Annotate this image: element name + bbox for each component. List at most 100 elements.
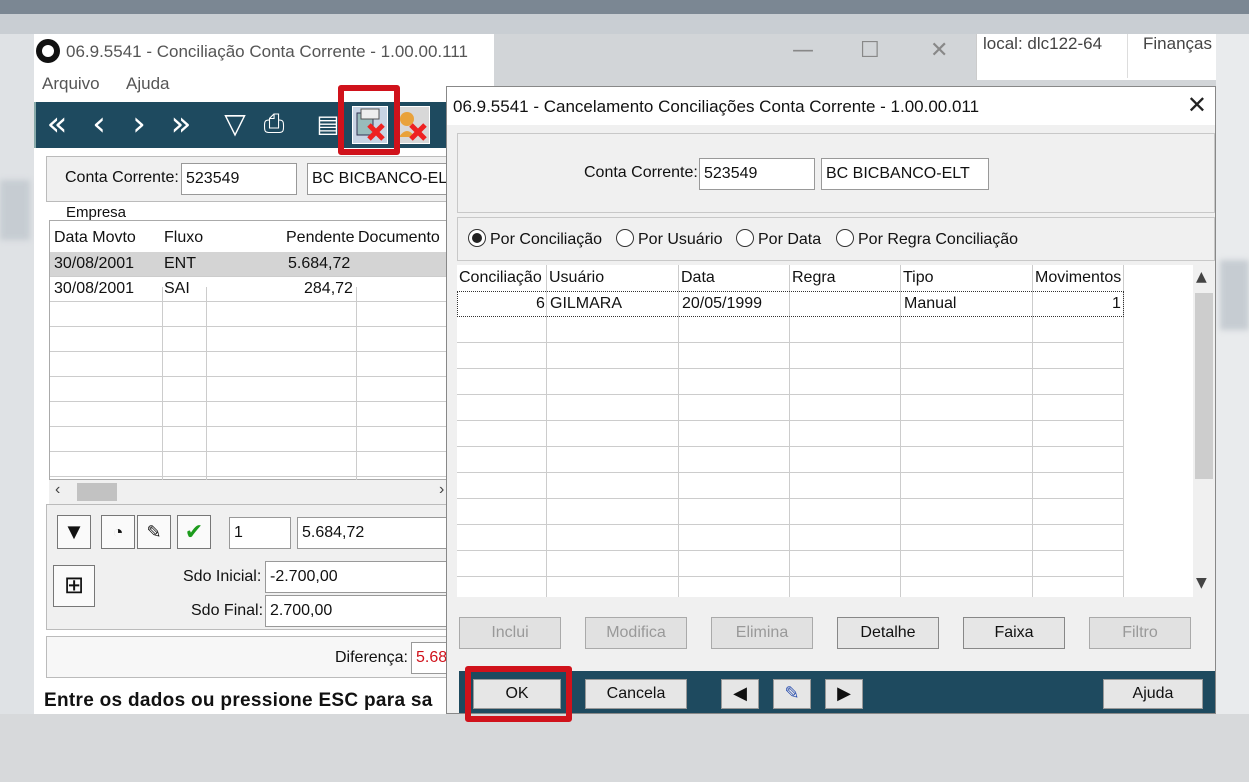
table-row bbox=[457, 343, 1124, 369]
main-window: 06.9.5541 - Conciliação Conta Corrente -… bbox=[34, 34, 506, 714]
totals-panel: ▼ ◔ ✎ ✔ 1 5.684,72 ⊞ Sdo Inicial: -2.700… bbox=[46, 504, 506, 630]
table-row bbox=[457, 421, 1124, 447]
calc-icon[interactable]: ⊞ bbox=[53, 565, 95, 607]
radio-por-usuario[interactable]: Por Usuário bbox=[616, 229, 722, 249]
radio-por-regra[interactable]: Por Regra Conciliação bbox=[836, 229, 1018, 249]
print-icon[interactable]: ⎙ bbox=[258, 106, 290, 144]
diferenca-label: Diferença: bbox=[335, 649, 408, 666]
desktop-backdrop-right bbox=[1216, 34, 1249, 714]
cancela-button[interactable]: Cancela bbox=[585, 679, 687, 709]
dialog-close-icon[interactable]: ✕ bbox=[1187, 91, 1207, 119]
table-row[interactable]: 6 GILMARA 20/05/1999 Manual 1 bbox=[457, 291, 1124, 317]
table-row bbox=[457, 551, 1124, 577]
main-toolbar: « ‹ › » ▽ ⎙ ▤ bbox=[34, 102, 494, 148]
movimentos-grid: Data Movto Fluxo Pendente Documento 30/0… bbox=[49, 220, 495, 507]
menu-arquivo[interactable]: Arquivo bbox=[42, 74, 100, 94]
session-strip: local: dlc122-64 Finanças bbox=[976, 34, 1216, 80]
radio-por-conciliacao[interactable]: Por Conciliação bbox=[468, 229, 602, 249]
col-header-conciliacao[interactable]: Conciliação bbox=[459, 269, 542, 287]
cell-data: 30/08/2001 bbox=[54, 255, 135, 272]
scroll-left-icon[interactable]: ‹ bbox=[55, 481, 60, 499]
scroll-down-icon[interactable]: ▼ bbox=[1196, 575, 1207, 591]
diferenca-panel: Diferença: 5.68 bbox=[46, 636, 506, 678]
faixa-button[interactable]: Faixa bbox=[963, 617, 1065, 649]
cell-data: 20/05/1999 bbox=[682, 295, 763, 312]
horizontal-scrollbar[interactable]: ‹ › bbox=[49, 480, 494, 504]
next-icon[interactable]: ▶ bbox=[825, 679, 863, 709]
dialog-conta-panel: Conta Corrente: 523549 BC BICBANCO-ELT bbox=[457, 133, 1215, 213]
main-window-title: 06.9.5541 - Conciliação Conta Corrente -… bbox=[66, 42, 468, 61]
radio-por-data[interactable]: Por Data bbox=[736, 229, 821, 249]
total-field[interactable]: 5.684,72 bbox=[297, 517, 457, 549]
col-header-tipo[interactable]: Tipo bbox=[903, 269, 934, 287]
col-header-movimentos[interactable]: Movimentos bbox=[1035, 269, 1121, 287]
col-header-documento[interactable]: Documento bbox=[358, 229, 440, 247]
first-record-icon[interactable]: « bbox=[40, 106, 74, 144]
col-header-pendente[interactable]: Pendente bbox=[286, 229, 355, 247]
prev-icon[interactable]: ◀ bbox=[721, 679, 759, 709]
backdrop-blur bbox=[0, 180, 30, 240]
table-row[interactable]: 30/08/2001 ENT 5.684,72 bbox=[50, 252, 495, 277]
next-record-icon[interactable]: › bbox=[126, 106, 152, 144]
scroll-up-icon[interactable]: ▲ bbox=[1196, 269, 1207, 285]
radio-dot bbox=[616, 229, 634, 247]
check-icon[interactable]: ✔ bbox=[177, 515, 211, 549]
funnel-icon[interactable]: ▼ bbox=[57, 515, 91, 549]
radio-label: Por Regra Conciliação bbox=[858, 231, 1019, 248]
table-row[interactable]: 30/08/2001 SAI 284,72 bbox=[50, 277, 495, 302]
col-header-data[interactable]: Data Movto bbox=[54, 229, 136, 247]
maximize-icon[interactable]: ☐ bbox=[860, 38, 880, 63]
cell-pendente: 284,72 bbox=[304, 280, 353, 297]
cell-conciliacao: 6 bbox=[536, 295, 545, 312]
desktop-backdrop-band bbox=[0, 14, 1249, 34]
col-header-fluxo[interactable]: Fluxo bbox=[164, 229, 203, 247]
table-row bbox=[457, 395, 1124, 421]
col-header-data[interactable]: Data bbox=[681, 269, 715, 287]
cell-movimentos: 1 bbox=[1112, 295, 1121, 312]
modifica-button[interactable]: Modifica bbox=[585, 617, 687, 649]
brush-icon[interactable]: ✎ bbox=[137, 515, 171, 549]
table-row bbox=[50, 377, 495, 402]
banco-field: BC BICBANCO-ELT bbox=[307, 163, 457, 195]
main-titlebar: 06.9.5541 - Conciliação Conta Corrente -… bbox=[34, 34, 494, 70]
table-row bbox=[457, 447, 1124, 473]
desktop-backdrop-bottom bbox=[0, 714, 1249, 782]
table-row bbox=[457, 317, 1124, 343]
scroll-thumb[interactable] bbox=[1195, 293, 1213, 479]
sdo-final-field[interactable]: 2.700,00 bbox=[265, 595, 465, 627]
filter-icon[interactable]: ▽ bbox=[220, 106, 250, 144]
dialog-conta-label: Conta Corrente: bbox=[584, 164, 698, 181]
count-field[interactable]: 1 bbox=[229, 517, 291, 549]
table-row bbox=[50, 302, 495, 327]
module-label[interactable]: Finanças bbox=[1143, 34, 1212, 54]
prev-record-icon[interactable]: ‹ bbox=[86, 106, 112, 144]
col-header-usuario[interactable]: Usuário bbox=[549, 269, 604, 287]
cancel-dialog: 06.9.5541 - Cancelamento Conciliações Co… bbox=[446, 86, 1216, 714]
elimina-button[interactable]: Elimina bbox=[711, 617, 813, 649]
detalhe-button[interactable]: Detalhe bbox=[837, 617, 939, 649]
filtro-button[interactable]: Filtro bbox=[1089, 617, 1191, 649]
radio-dot bbox=[468, 229, 486, 247]
conciliacoes-grid: Conciliação Usuário Data Regra Tipo Movi… bbox=[457, 265, 1215, 597]
minimize-icon[interactable]: — bbox=[792, 38, 814, 63]
sdo-inicial-field[interactable]: -2.700,00 bbox=[265, 561, 465, 593]
vertical-scrollbar[interactable]: ▲ ▼ bbox=[1193, 265, 1215, 597]
col-header-regra[interactable]: Regra bbox=[792, 269, 836, 287]
ajuda-button[interactable]: Ajuda bbox=[1103, 679, 1203, 709]
scroll-thumb[interactable] bbox=[77, 483, 117, 501]
cell-fluxo: SAI bbox=[164, 280, 190, 297]
table-row bbox=[50, 327, 495, 352]
app-logo-icon bbox=[36, 39, 60, 63]
flashlight-icon[interactable]: ✎ bbox=[773, 679, 811, 709]
menu-ajuda[interactable]: Ajuda bbox=[126, 74, 169, 94]
clock-doc-icon[interactable]: ◔ bbox=[101, 515, 135, 549]
highlight-cancel-icon bbox=[338, 85, 400, 155]
scroll-right-icon[interactable]: › bbox=[439, 481, 444, 499]
filter-radio-group: Por Conciliação Por Usuário Por Data Por… bbox=[457, 217, 1215, 261]
last-record-icon[interactable]: » bbox=[164, 106, 198, 144]
inclui-button[interactable]: Inclui bbox=[459, 617, 561, 649]
radio-dot bbox=[836, 229, 854, 247]
conta-field[interactable]: 523549 bbox=[181, 163, 297, 195]
dialog-conta-field[interactable]: 523549 bbox=[699, 158, 815, 190]
close-icon[interactable]: ✕ bbox=[930, 38, 948, 63]
